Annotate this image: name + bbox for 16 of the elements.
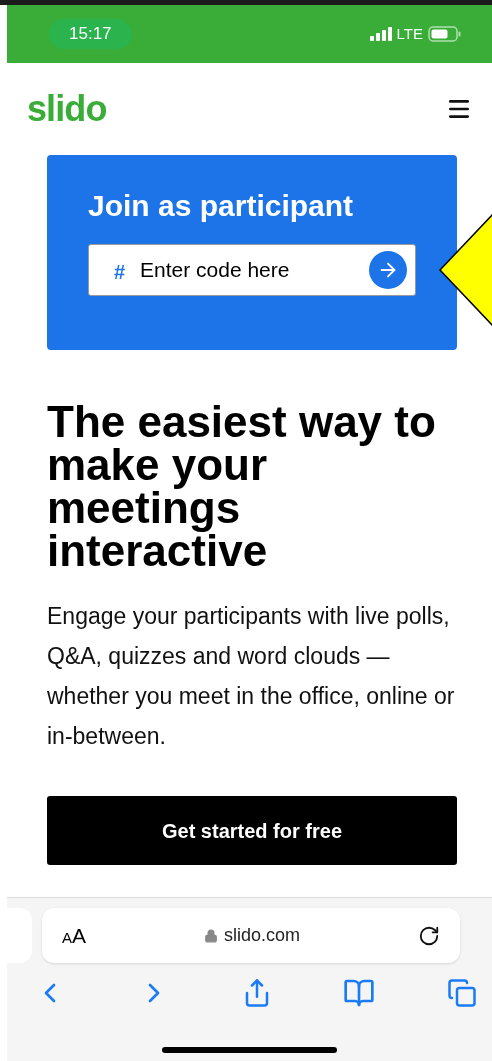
text-size-button[interactable]: AA [62, 919, 87, 952]
card-title: Join as participant [88, 188, 355, 224]
hash-prefix: # [114, 260, 126, 285]
reload-icon[interactable] [418, 924, 440, 947]
url-text: slido.com [224, 924, 301, 947]
battery-icon [428, 26, 462, 42]
clock-time: 15:17 [49, 19, 132, 49]
get-started-button[interactable]: Get started for free [47, 796, 457, 865]
hero-heading: The easiest way to make your meetings interactive [47, 400, 437, 572]
address-bar[interactable]: AA slido.com [42, 908, 460, 963]
hero-description: Engage your participants with live polls, Q&A, quizzes and word clouds — whether you meet in the office, online or in-between. [47, 602, 456, 751]
network-label: LTE [396, 23, 423, 44]
lock-icon [204, 928, 218, 943]
signal-icon [369, 27, 392, 41]
bookmarks-icon[interactable] [343, 977, 376, 1009]
tabs-icon[interactable] [447, 978, 477, 1008]
